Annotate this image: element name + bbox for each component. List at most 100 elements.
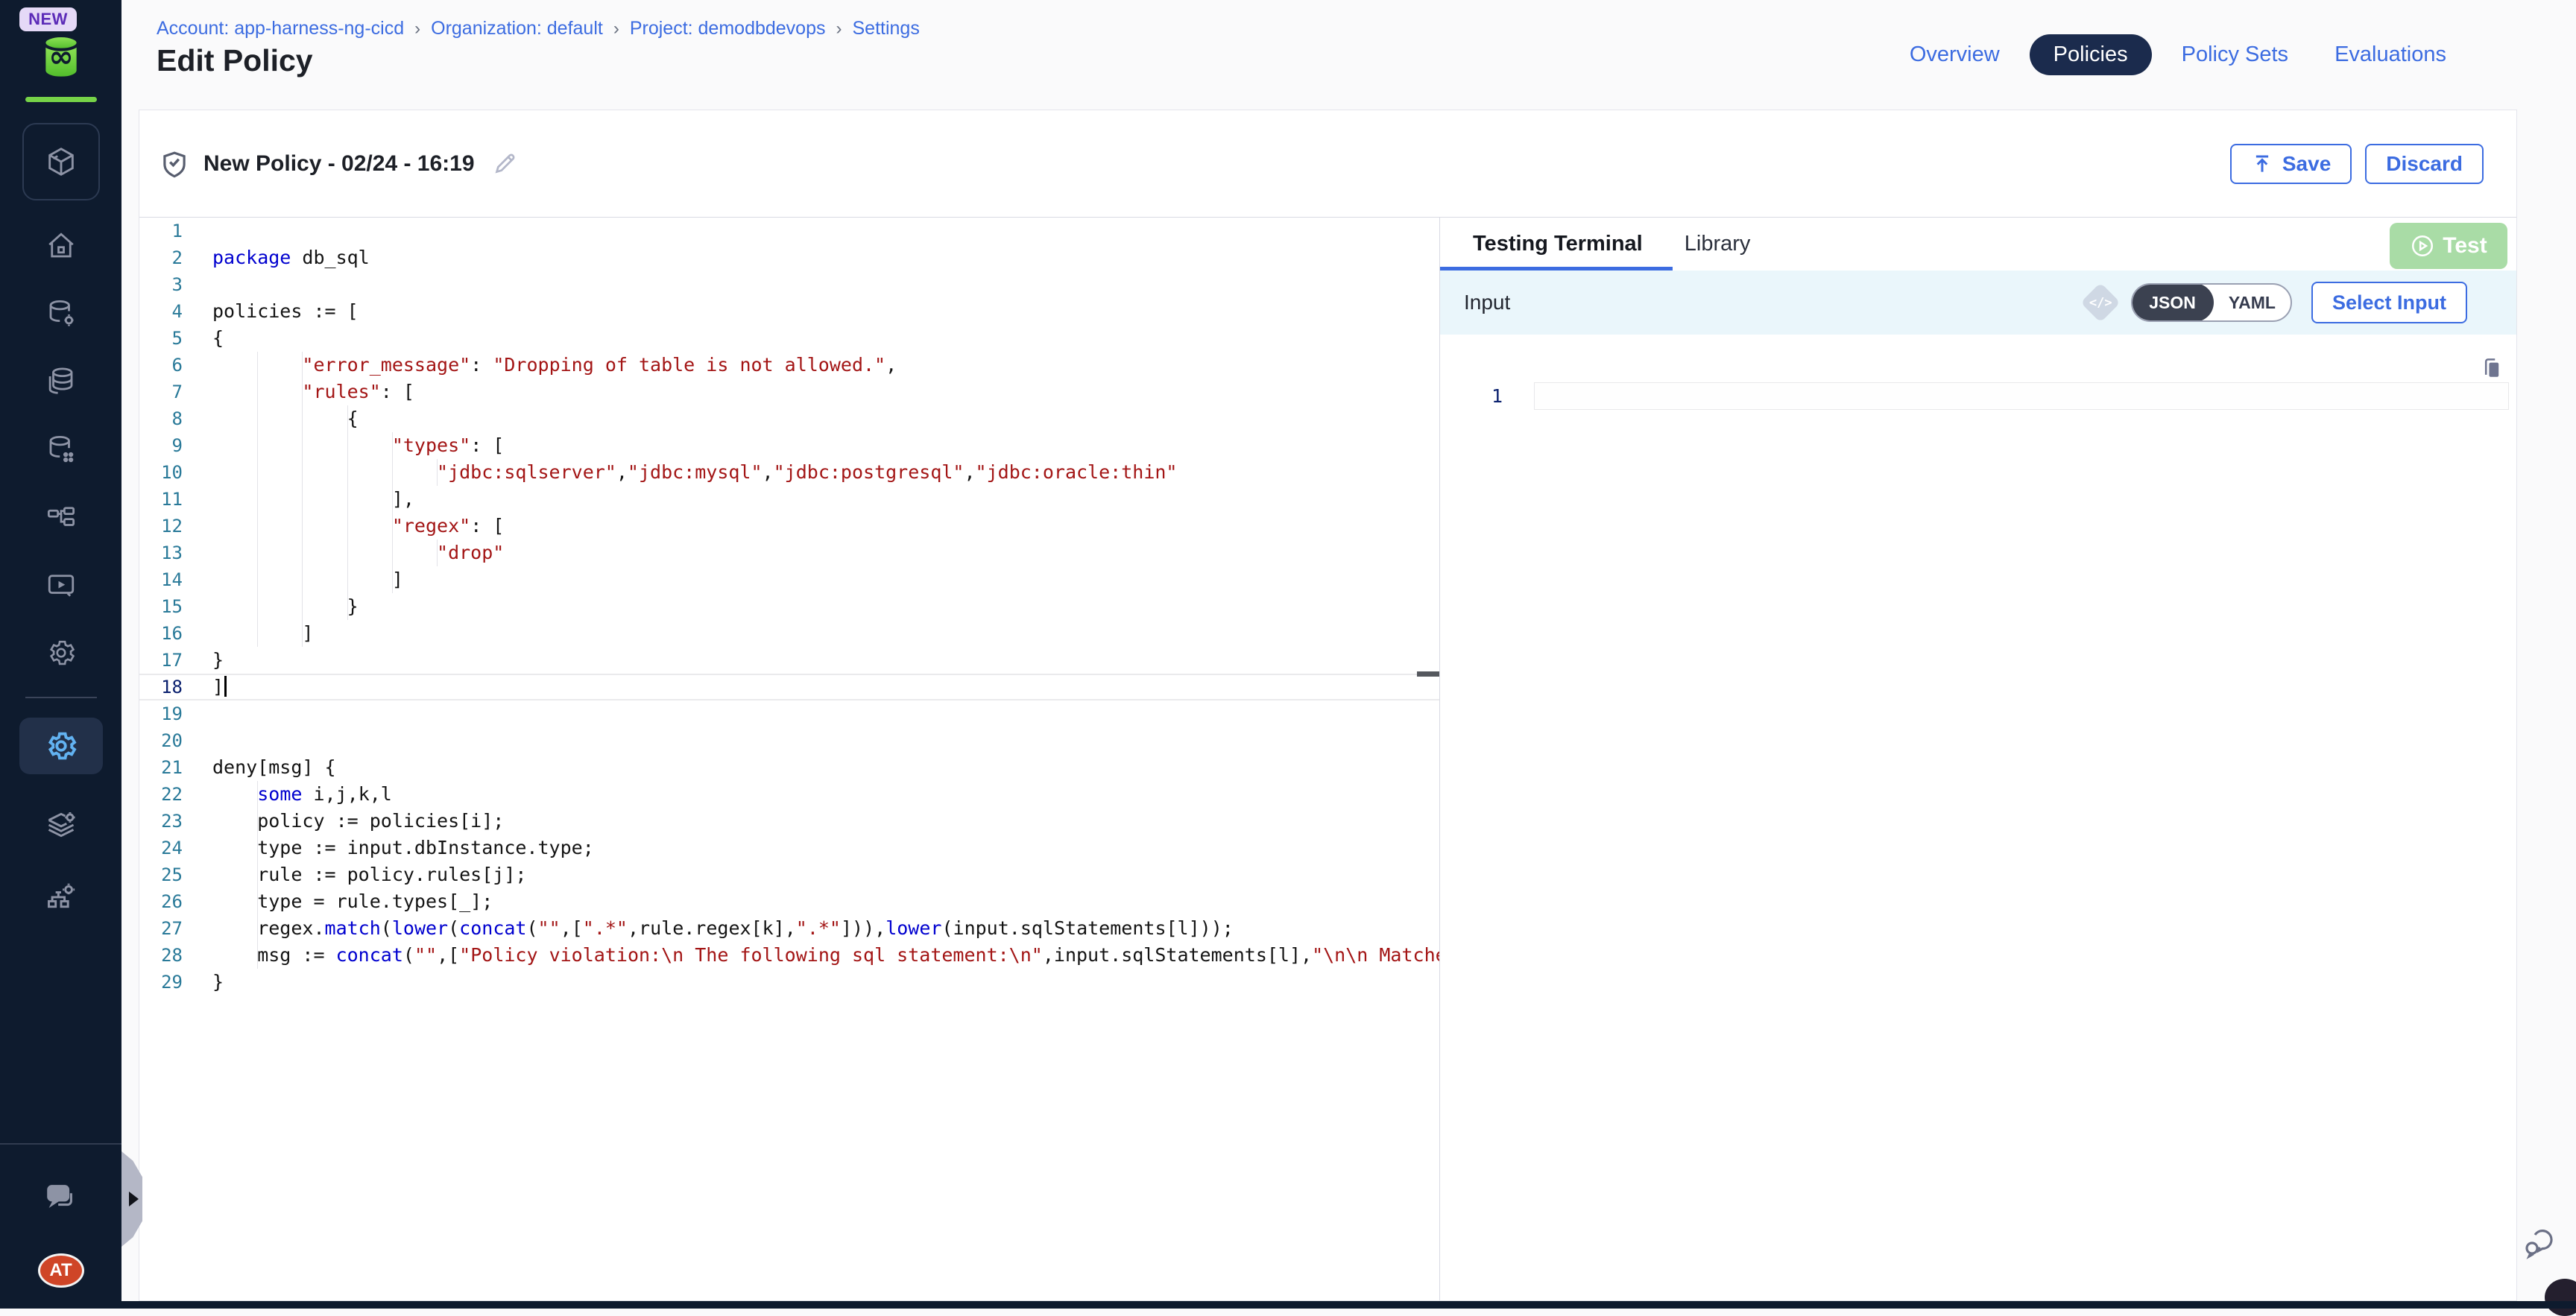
line-number[interactable]: 4 (139, 298, 183, 325)
breadcrumb-account[interactable]: Account: app-harness-ng-cicd (157, 18, 404, 39)
tab-policy-sets[interactable]: Policy Sets (2165, 35, 2305, 75)
tab-evaluations[interactable]: Evaluations (2318, 35, 2463, 75)
line-number[interactable]: 28 (139, 942, 183, 969)
code-line[interactable]: 25 rule := policy.rules[j]; (139, 861, 1439, 888)
breadcrumb-separator: › (414, 19, 420, 39)
code-line[interactable]: 1 (139, 218, 1439, 244)
indent-guide (392, 540, 393, 566)
line-number[interactable]: 14 (139, 566, 183, 593)
code-line[interactable]: 29} (139, 969, 1439, 996)
sidebar-item-library-settings[interactable] (45, 809, 78, 841)
code-line[interactable]: 16 ] (139, 620, 1439, 647)
line-number[interactable]: 6 (139, 352, 183, 379)
line-number[interactable]: 19 (139, 700, 183, 727)
code-line[interactable]: 5{ (139, 325, 1439, 352)
rego-code-editor[interactable]: 12package db_sql34policies := [5{6 "erro… (139, 218, 1440, 1300)
sidebar-item-db-schemas[interactable] (45, 434, 77, 465)
line-number[interactable]: 25 (139, 861, 183, 888)
tab-testing-terminal[interactable]: Testing Terminal (1473, 232, 1643, 256)
line-number[interactable]: 27 (139, 915, 183, 942)
code-line[interactable]: 13 "drop" (139, 540, 1439, 566)
code-line[interactable]: 27 regex.match(lower(concat("",[".*",rul… (139, 915, 1439, 942)
line-number[interactable]: 1 (139, 218, 183, 244)
line-number[interactable]: 17 (139, 647, 183, 674)
tab-library[interactable]: Library (1685, 232, 1751, 256)
support-chat-button[interactable] (2521, 1227, 2557, 1262)
input-current-line[interactable] (1534, 382, 2509, 410)
corner-widget[interactable] (2545, 1279, 2576, 1316)
sidebar-item-executions[interactable] (45, 569, 77, 601)
line-number[interactable]: 2 (139, 244, 183, 271)
toggle-json[interactable]: JSON (2131, 283, 2214, 322)
code-line[interactable]: 10 "jdbc:sqlserver","jdbc:mysql","jdbc:p… (139, 459, 1439, 486)
line-number[interactable]: 16 (139, 620, 183, 647)
line-number[interactable]: 26 (139, 888, 183, 915)
code-line[interactable]: 20 (139, 727, 1439, 754)
line-number[interactable]: 15 (139, 593, 183, 620)
line-number[interactable]: 7 (139, 379, 183, 405)
test-input-editor[interactable]: 1 (1440, 335, 2516, 1300)
code-line[interactable]: 9 "types": [ (139, 432, 1439, 459)
line-number[interactable]: 5 (139, 325, 183, 352)
code-line[interactable]: 17} (139, 647, 1439, 674)
code-line[interactable]: 12 "regex": [ (139, 513, 1439, 540)
breadcrumb-project[interactable]: Project: demodbdevops (630, 18, 826, 39)
code-line[interactable]: 11 ], (139, 486, 1439, 513)
code-line[interactable]: 24 type := input.dbInstance.type; (139, 835, 1439, 861)
edit-name-button[interactable] (491, 151, 518, 177)
code-line[interactable]: 7 "rules": [ (139, 379, 1439, 405)
line-number[interactable]: 10 (139, 459, 183, 486)
tab-policies[interactable]: Policies (2030, 34, 2152, 75)
code-line[interactable]: 8 { (139, 405, 1439, 432)
harness-dbdevops-logo[interactable]: ∞ (37, 33, 86, 80)
tab-overview[interactable]: Overview (1893, 35, 2016, 75)
code-line[interactable]: 18] (139, 674, 1439, 700)
breadcrumb-organization[interactable]: Organization: default (431, 18, 603, 39)
line-number[interactable]: 20 (139, 727, 183, 754)
code-line[interactable]: 19 (139, 700, 1439, 727)
code-line[interactable]: 28 msg := concat("",["Policy violation:\… (139, 942, 1439, 969)
code-line[interactable]: 6 "error_message": "Dropping of table is… (139, 352, 1439, 379)
line-number[interactable]: 22 (139, 781, 183, 808)
line-number[interactable]: 3 (139, 271, 183, 298)
sidebar-item-db-setup[interactable] (45, 298, 77, 329)
sidebar-item-databases[interactable] (45, 366, 77, 397)
indent-guide (257, 808, 258, 835)
line-number[interactable]: 23 (139, 808, 183, 835)
input-bar: Input </> JSON YAML Select Input (1440, 271, 2516, 335)
code-line[interactable]: 15 } (139, 593, 1439, 620)
line-number[interactable]: 21 (139, 754, 183, 781)
line-number[interactable]: 9 (139, 432, 183, 459)
code-line[interactable]: 23 policy := policies[i]; (139, 808, 1439, 835)
line-number[interactable]: 12 (139, 513, 183, 540)
sidebar-item-settings-active[interactable] (19, 718, 103, 774)
code-line[interactable]: 3 (139, 271, 1439, 298)
line-number[interactable]: 18 (139, 674, 183, 700)
sidebar-item-org-settings[interactable] (45, 880, 78, 913)
code-line[interactable]: 4policies := [ (139, 298, 1439, 325)
line-number[interactable]: 24 (139, 835, 183, 861)
line-number[interactable]: 13 (139, 540, 183, 566)
select-input-button[interactable]: Select Input (2311, 282, 2467, 323)
copy-button[interactable] (2479, 354, 2504, 381)
line-number[interactable]: 11 (139, 486, 183, 513)
code-line[interactable]: 14 ] (139, 566, 1439, 593)
code-line[interactable]: 21deny[msg] { (139, 754, 1439, 781)
code-line[interactable]: 2package db_sql (139, 244, 1439, 271)
code-line[interactable]: 22 some i,j,k,l (139, 781, 1439, 808)
sidebar-item-config-gear[interactable] (45, 637, 77, 668)
breadcrumb-settings[interactable]: Settings (853, 18, 920, 39)
sidebar-item-help[interactable]: ? (44, 1180, 78, 1215)
test-button[interactable]: Test (2390, 223, 2507, 269)
user-avatar[interactable]: AT (38, 1253, 84, 1288)
toggle-yaml[interactable]: YAML (2214, 283, 2291, 322)
line-number[interactable]: 29 (139, 969, 183, 996)
sidebar-item-home[interactable] (45, 230, 77, 262)
line-content: policy := policies[i]; (212, 808, 1439, 835)
save-button[interactable]: Save (2230, 144, 2352, 184)
code-line[interactable]: 26 type = rule.types[_]; (139, 888, 1439, 915)
discard-button[interactable]: Discard (2365, 144, 2484, 184)
sidebar-item-pipelines[interactable] (45, 502, 77, 533)
module-switcher-button[interactable] (22, 123, 100, 200)
line-number[interactable]: 8 (139, 405, 183, 432)
